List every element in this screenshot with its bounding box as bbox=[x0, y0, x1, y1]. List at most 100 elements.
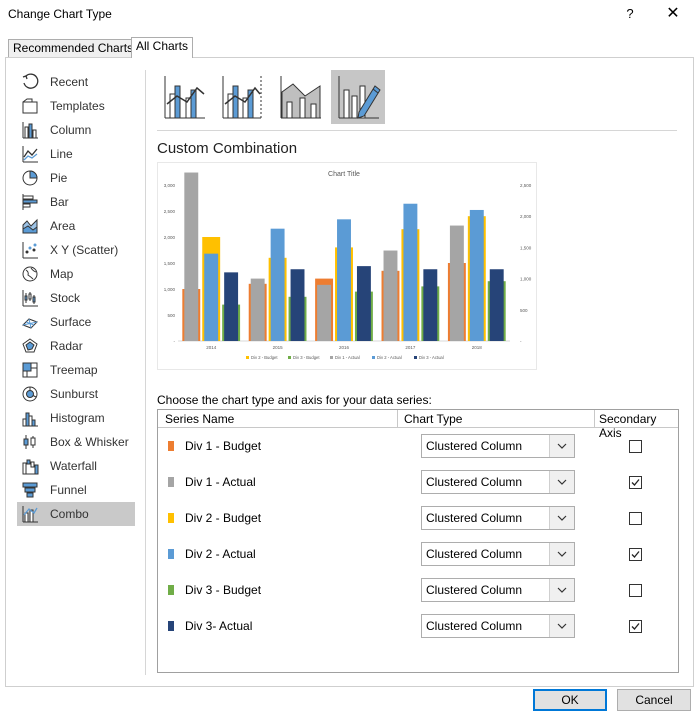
series-color-swatch bbox=[168, 477, 174, 487]
bar bbox=[489, 269, 504, 341]
tab-recommended-charts[interactable]: Recommended Charts bbox=[8, 39, 139, 57]
combo-heading: Custom Combination bbox=[157, 140, 298, 157]
funnel-chart-icon bbox=[21, 481, 39, 499]
nav-item-line[interactable]: Line bbox=[17, 142, 135, 166]
nav-item-funnel[interactable]: Funnel bbox=[17, 478, 135, 502]
nav-item-treemap[interactable]: Treemap bbox=[17, 358, 135, 382]
x-tick-label: 2016 bbox=[339, 345, 350, 350]
series-row: Div 2 - Budget Clustered Column bbox=[158, 500, 678, 536]
check-icon bbox=[631, 551, 640, 558]
chart-type-dropdown[interactable]: Clustered Column bbox=[421, 470, 575, 494]
x-tick-label: 2014 bbox=[206, 345, 217, 350]
series-instruction: Choose the chart type and axis for your … bbox=[157, 393, 432, 407]
tab-all-charts[interactable]: All Charts bbox=[131, 37, 194, 58]
cancel-button[interactable]: Cancel bbox=[617, 689, 691, 711]
nav-item-histogram[interactable]: Histogram bbox=[17, 406, 135, 430]
series-color-swatch bbox=[168, 549, 174, 559]
chevron-down-icon[interactable] bbox=[549, 507, 574, 529]
chevron-down-icon[interactable] bbox=[549, 435, 574, 457]
divider bbox=[145, 70, 146, 675]
waterfall-chart-icon bbox=[21, 457, 39, 475]
help-button[interactable]: ? bbox=[620, 5, 640, 25]
secondary-axis-checkbox[interactable] bbox=[629, 440, 642, 453]
nav-item-stock[interactable]: Stock bbox=[17, 286, 135, 310]
bar bbox=[403, 203, 418, 341]
y-tick-label-secondary: 500 bbox=[520, 308, 528, 313]
secondary-axis-checkbox[interactable] bbox=[629, 476, 642, 489]
nav-item-label: Combo bbox=[50, 507, 89, 521]
chart-type-dropdown[interactable]: Clustered Column bbox=[421, 614, 575, 638]
subtype-stacked-area-clustered-column[interactable] bbox=[273, 70, 327, 124]
map-chart-icon bbox=[21, 265, 39, 283]
legend-label: Div 2 - Actual bbox=[377, 355, 402, 360]
stacked-area-clustered-column-icon bbox=[280, 76, 321, 119]
secondary-axis-checkbox[interactable] bbox=[629, 584, 642, 597]
nav-item-label: Column bbox=[50, 123, 92, 137]
nav-item-label: Stock bbox=[50, 291, 81, 305]
nav-item-label: Sunburst bbox=[50, 387, 99, 401]
y-tick-label-primary: - bbox=[174, 339, 176, 344]
recent-icon bbox=[21, 73, 39, 91]
chevron-down-icon[interactable] bbox=[549, 471, 574, 493]
legend-swatch bbox=[246, 356, 249, 359]
y-tick-label-primary: 2,500 bbox=[164, 209, 176, 214]
y-tick-label-primary: 3,000 bbox=[164, 183, 176, 188]
nav-item-map[interactable]: Map bbox=[17, 262, 135, 286]
close-button[interactable]: ✕ bbox=[660, 5, 686, 25]
nav-item-bar[interactable]: Bar bbox=[17, 190, 135, 214]
treemap-chart-icon bbox=[21, 361, 39, 379]
nav-item-radar[interactable]: Radar bbox=[17, 334, 135, 358]
divider bbox=[157, 130, 677, 131]
secondary-axis-checkbox[interactable] bbox=[629, 620, 642, 633]
nav-item-label: Funnel bbox=[50, 483, 87, 497]
nav-item-label: Map bbox=[50, 267, 74, 281]
bar bbox=[383, 250, 398, 341]
radar-chart-icon bbox=[21, 337, 39, 355]
bar bbox=[469, 209, 484, 341]
subtype-clustered-column-line[interactable] bbox=[157, 70, 211, 124]
series-color-swatch bbox=[168, 513, 174, 523]
surface-chart-icon bbox=[21, 313, 39, 331]
series-name: Div 3- Actual bbox=[185, 619, 253, 633]
nav-item-combo[interactable]: Combo bbox=[17, 502, 135, 526]
nav-item-column[interactable]: Column bbox=[17, 118, 135, 142]
nav-item-scatter[interactable]: X Y (Scatter) bbox=[17, 238, 135, 262]
chart-type-value: Clustered Column bbox=[426, 439, 523, 453]
chart-type-dropdown[interactable]: Clustered Column bbox=[421, 506, 575, 530]
y-tick-label-primary: 1,500 bbox=[164, 261, 176, 266]
nav-item-label: Recent bbox=[50, 75, 89, 89]
ok-button[interactable]: OK bbox=[533, 689, 607, 711]
nav-item-waterfall[interactable]: Waterfall bbox=[17, 454, 135, 478]
subtype-clustered-column-line-secondary[interactable] bbox=[215, 70, 269, 124]
nav-item-recent[interactable]: Recent bbox=[17, 70, 135, 94]
preview-chart: Chart Title 3,000 2,500 2,000 1,500 1,000 500 -… bbox=[164, 171, 532, 360]
chevron-down-icon[interactable] bbox=[549, 615, 574, 637]
nav-item-templates[interactable]: Templates bbox=[17, 94, 135, 118]
chart-type-dropdown[interactable]: Clustered Column bbox=[421, 542, 575, 566]
bar bbox=[224, 272, 239, 341]
nav-item-pie[interactable]: Pie bbox=[17, 166, 135, 190]
chevron-down-icon[interactable] bbox=[549, 579, 574, 601]
y-tick-label-primary: 1,000 bbox=[164, 287, 176, 292]
stock-chart-icon bbox=[21, 289, 39, 307]
bar bbox=[317, 284, 332, 341]
series-name: Div 1 - Actual bbox=[185, 475, 256, 489]
nav-item-box-whisker[interactable]: Box & Whisker bbox=[17, 430, 135, 454]
chart-type-value: Clustered Column bbox=[426, 583, 523, 597]
chart-type-dropdown[interactable]: Clustered Column bbox=[421, 578, 575, 602]
nav-item-label: Histogram bbox=[50, 411, 105, 425]
secondary-axis-checkbox[interactable] bbox=[629, 548, 642, 561]
secondary-axis-checkbox[interactable] bbox=[629, 512, 642, 525]
series-name: Div 2 - Budget bbox=[185, 511, 262, 525]
subtype-custom-combination[interactable] bbox=[331, 70, 385, 124]
check-icon bbox=[631, 623, 640, 630]
chart-type-dropdown[interactable]: Clustered Column bbox=[421, 434, 575, 458]
box-whisker-chart-icon bbox=[21, 433, 39, 451]
chevron-down-icon[interactable] bbox=[549, 543, 574, 565]
nav-item-surface[interactable]: Surface bbox=[17, 310, 135, 334]
nav-item-sunburst[interactable]: Sunburst bbox=[17, 382, 135, 406]
series-name: Div 2 - Actual bbox=[185, 547, 256, 561]
chart-title: Chart Title bbox=[328, 171, 360, 178]
chart-type-value: Clustered Column bbox=[426, 619, 523, 633]
nav-item-area[interactable]: Area bbox=[17, 214, 135, 238]
